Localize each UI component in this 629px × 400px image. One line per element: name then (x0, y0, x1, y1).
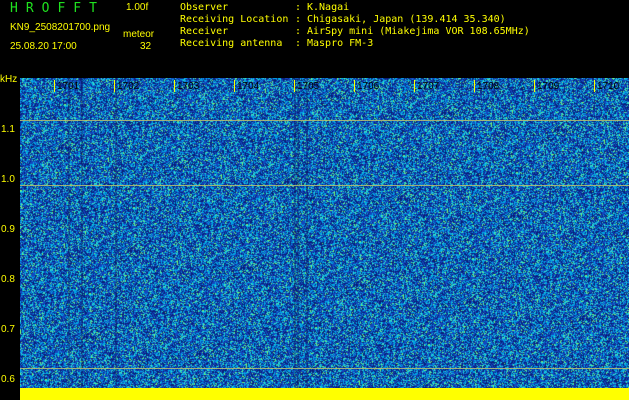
time-tick-label: 1708 (477, 81, 500, 92)
info-label-receiver: Receiver (180, 26, 229, 37)
info-row-observer: Observer: K.Nagai (180, 2, 350, 13)
spectrogram-noise (20, 78, 629, 400)
time-tick-marker (414, 80, 415, 92)
y-axis-unit: kHz (0, 74, 18, 85)
time-tick-marker (534, 80, 535, 92)
filename-label: KN9_2508201700.png (10, 22, 111, 33)
version-label: 1.00f (126, 2, 149, 13)
time-tick-marker (174, 80, 175, 92)
frequency-line (20, 120, 629, 121)
spectrogram-area[interactable] (20, 78, 629, 400)
info-row-antenna: Receiving antenna: Maspro FM-3 (180, 38, 374, 49)
header-panel: HROFFT 1.00f KN9_2508201700.png meteor 2… (0, 0, 629, 78)
info-value-location: Chigasaki, Japan (139.414 35.340) (307, 14, 506, 25)
info-value-observer: K.Nagai (307, 2, 350, 13)
y-tick-label: 0.9 (1, 224, 15, 235)
time-tick-marker (234, 80, 235, 92)
time-tick-label: 1705 (297, 81, 320, 92)
time-tick-label: 1704 (237, 81, 260, 92)
frequency-line (20, 368, 629, 369)
info-value-antenna: Maspro FM-3 (307, 38, 374, 49)
meteor-count: 32 (140, 41, 152, 52)
time-tick-label: 1701 (57, 81, 80, 92)
y-tick-label: 1.1 (1, 124, 15, 135)
datetime-label: 25.08.20 17:00 (10, 41, 77, 52)
info-label-antenna: Receiving antenna (180, 38, 283, 49)
time-tick-marker (114, 80, 115, 92)
y-tick-label: 0.8 (1, 274, 15, 285)
info-label-observer: Observer (180, 2, 229, 13)
info-row-location: Receiving Location: Chigasaki, Japan (139… (180, 14, 506, 25)
time-tick-marker (354, 80, 355, 92)
y-tick-label: 0.7 (1, 324, 15, 335)
info-label-location: Receiving Location (180, 14, 289, 25)
meteor-label: meteor (123, 29, 155, 40)
y-tick-label: 1.0 (1, 174, 15, 185)
time-tick-marker (474, 80, 475, 92)
y-tick-label: 0.6 (1, 374, 15, 385)
frequency-line (20, 185, 629, 186)
time-tick-label: 1703 (177, 81, 200, 92)
time-tick-label: 1707 (417, 81, 440, 92)
time-tick-label: 1710 (597, 81, 620, 92)
app-title: HROFFT (10, 1, 105, 16)
time-tick-marker (54, 80, 55, 92)
bottom-signal-bar (20, 388, 629, 400)
time-tick-label: 1702 (117, 81, 140, 92)
time-tick-label: 1706 (357, 81, 380, 92)
info-row-receiver: Receiver: AirSpy mini (Miakejima VOR 108.… (180, 26, 530, 37)
time-tick-label: 1709 (537, 81, 560, 92)
time-tick-marker (594, 80, 595, 92)
info-value-receiver: AirSpy mini (Miakejima VOR 108.65MHz) (307, 26, 530, 37)
time-tick-marker (294, 80, 295, 92)
